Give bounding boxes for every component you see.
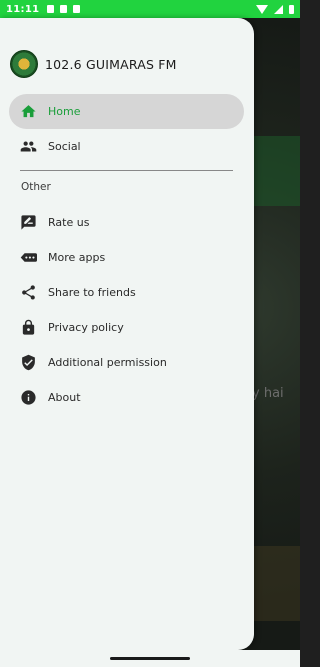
drawer-item-rate-us[interactable]: Rate us — [9, 205, 244, 240]
drawer-item-label: Privacy policy — [48, 321, 124, 334]
drawer-item-label: More apps — [48, 251, 106, 264]
drawer-item-more-apps[interactable]: More apps — [9, 240, 244, 275]
drawer-item-label: About — [48, 391, 81, 404]
section-label-other: Other — [21, 181, 51, 193]
share-icon — [20, 284, 37, 301]
drawer-item-privacy-policy[interactable]: Privacy policy — [9, 310, 244, 345]
status-notification-icons — [47, 5, 81, 13]
drawer-item-label: Share to friends — [48, 286, 136, 299]
status-bar: 11:11 — [0, 0, 300, 18]
gesture-handle[interactable] — [110, 657, 190, 660]
drawer-item-about[interactable]: About — [9, 380, 244, 415]
drawer-header: 102.6 GUIMARAS FM — [10, 50, 177, 78]
drawer-item-label: Social — [48, 140, 81, 153]
status-system-icons — [256, 4, 294, 14]
rate-icon — [20, 214, 37, 231]
home-icon — [20, 103, 37, 120]
shield-notification-icon — [47, 5, 55, 13]
info-icon — [20, 389, 37, 406]
battery-icon — [289, 4, 294, 14]
more-apps-icon — [20, 249, 37, 266]
lock-icon — [20, 319, 37, 336]
navigation-drawer: 102.6 GUIMARAS FM Home Social Other Rate… — [0, 18, 254, 650]
drawer-item-additional-permission[interactable]: Additional permission — [9, 345, 244, 380]
drawer-item-social[interactable]: Social — [9, 129, 244, 164]
wifi-icon — [256, 4, 268, 14]
drawer-item-label: Additional permission — [48, 356, 167, 369]
station-logo — [10, 50, 38, 78]
sim-notification-icon — [60, 5, 68, 13]
background-partial-text: y hai — [252, 386, 284, 401]
signal-icon — [274, 4, 283, 14]
drawer-divider — [20, 170, 233, 171]
shield-check-icon — [20, 354, 37, 371]
drawer-item-share[interactable]: Share to friends — [9, 275, 244, 310]
people-icon — [20, 138, 37, 155]
drawer-item-home[interactable]: Home — [9, 94, 244, 129]
drawer-item-label: Home — [48, 105, 81, 118]
app-title: 102.6 GUIMARAS FM — [45, 56, 177, 72]
app-notification-icon — [73, 5, 81, 13]
drawer-item-label: Rate us — [48, 216, 90, 229]
status-time: 11:11 — [6, 3, 40, 15]
